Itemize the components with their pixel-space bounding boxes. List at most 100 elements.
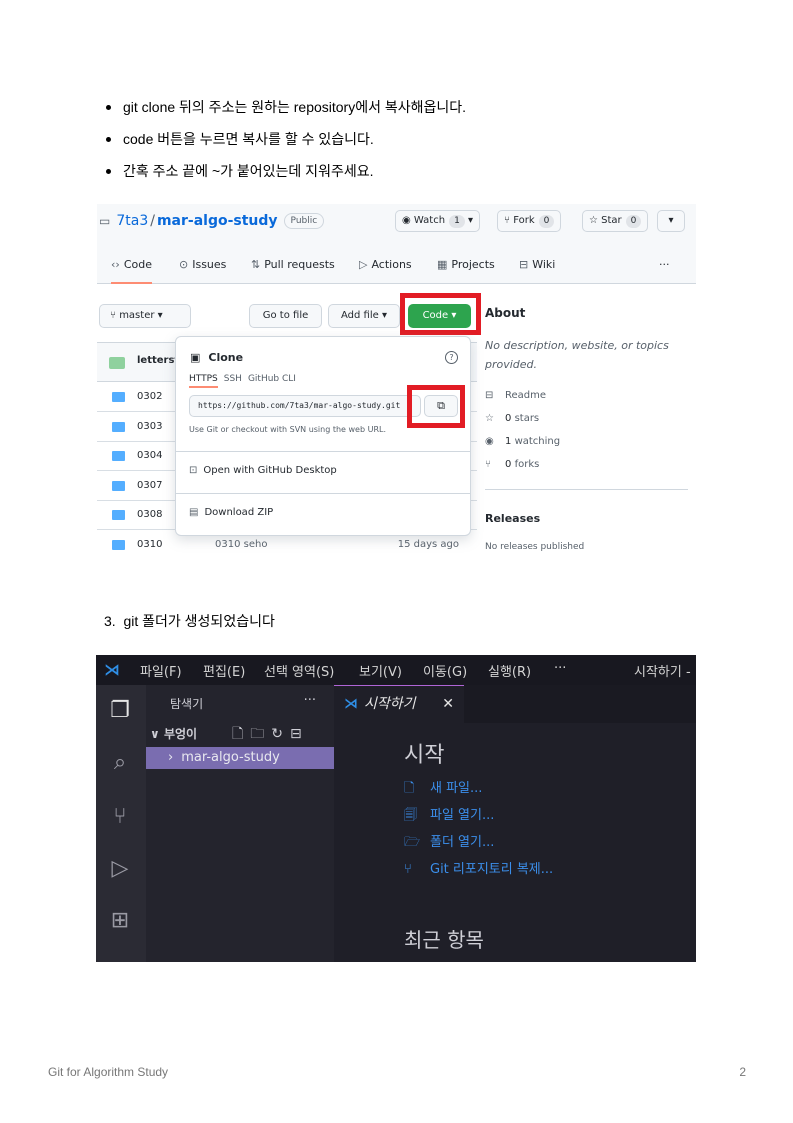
star-dropdown-button[interactable]: ▾: [657, 210, 685, 232]
tab-welcome[interactable]: ⋊ 시작하기 ✕: [334, 685, 464, 723]
watch-label: Watch: [413, 215, 446, 226]
explorer-icon[interactable]: ❐: [106, 697, 134, 725]
tab-pull-requests[interactable]: ⇅ Pull requests: [251, 252, 335, 284]
file-name[interactable]: 0308: [137, 509, 162, 520]
new-folder-icon[interactable]: 🗀: [250, 726, 271, 742]
search-icon[interactable]: ⌕: [106, 749, 134, 777]
star-button[interactable]: ☆ Star 0: [582, 210, 649, 232]
file-name[interactable]: 0310: [137, 539, 162, 550]
go-to-file-button[interactable]: Go to file: [249, 304, 322, 328]
link-label: 새 파일...: [430, 781, 483, 796]
tab-code[interactable]: ‹› Code: [111, 252, 152, 284]
releases-text: No releases published: [485, 542, 585, 552]
new-file-icon[interactable]: 🗋: [232, 726, 250, 742]
download-zip-label: Download ZIP: [204, 507, 274, 518]
source-control-icon[interactable]: ⑂: [106, 803, 134, 831]
close-icon[interactable]: ✕: [442, 686, 454, 722]
tab-projects[interactable]: ▦ Projects: [437, 252, 495, 284]
step-number: 3.: [104, 613, 116, 629]
folder-item[interactable]: › mar-algo-study: [146, 747, 334, 769]
welcome-page: 시작 🗋 새 파일... 🗐 파일 열기... 🗁 폴더 열기... ⑂ Git 리포지…: [334, 723, 696, 962]
add-file-button[interactable]: Add file ▾: [328, 304, 400, 328]
open-desktop-item[interactable]: ⊡ Open with GitHub Desktop: [189, 465, 337, 476]
tab-ssh[interactable]: SSH: [224, 374, 242, 384]
branch-name: master: [119, 310, 155, 321]
extensions-icon[interactable]: ⊞: [106, 907, 134, 935]
pull-request-icon: ⇅: [251, 258, 261, 271]
menu-edit[interactable]: 편집(E): [203, 661, 245, 680]
tab-label: Code: [123, 258, 152, 271]
menu-run[interactable]: 실행(R): [488, 661, 531, 680]
folder-icon: [112, 422, 125, 432]
menu-go[interactable]: 이동(G): [423, 661, 467, 680]
open-desktop-label: Open with GitHub Desktop: [203, 465, 337, 476]
open-folder-link[interactable]: 🗁 폴더 열기...: [404, 831, 494, 855]
chevron-down-icon: ▾: [668, 215, 674, 226]
branch-selector[interactable]: ⑂ master ▾: [99, 304, 191, 328]
watch-button[interactable]: ◉ Watch 1 ▾: [395, 210, 481, 232]
commit-message[interactable]: 0310 seho: [215, 539, 267, 550]
vscode-logo-icon: ⋊: [344, 696, 358, 712]
commit-author[interactable]: letterst: [137, 355, 179, 366]
folder-icon: [112, 540, 125, 550]
watching-link[interactable]: ◉ 1 watching: [485, 436, 560, 447]
forks-label: forks: [514, 459, 540, 470]
link-label: Git 리포지토리 복제...: [430, 862, 554, 877]
play-icon: ▷: [359, 258, 368, 271]
fork-button[interactable]: ⑂ Fork 0: [497, 210, 562, 232]
explorer-more-button[interactable]: ···: [304, 693, 316, 708]
open-file-link[interactable]: 🗐 파일 열기...: [404, 804, 494, 828]
forks-link[interactable]: ⑂ 0 forks: [485, 459, 539, 470]
table-icon: ▦: [437, 258, 448, 271]
help-icon[interactable]: ?: [445, 351, 458, 364]
star-icon: ☆: [485, 413, 494, 424]
tab-wiki[interactable]: ⊟ Wiki: [519, 252, 555, 284]
chevron-down-icon: ▾: [467, 215, 474, 226]
clone-url-field[interactable]: https://github.com/7ta3/mar-algo-study.g…: [189, 395, 421, 417]
download-zip-item[interactable]: ▤ Download ZIP: [189, 507, 273, 518]
collapse-all-icon[interactable]: ⊟: [290, 726, 309, 742]
tab-https[interactable]: HTTPS: [189, 374, 218, 388]
tab-issues[interactable]: ⊙ Issues: [179, 252, 226, 284]
instruction-list: git clone 뒤의 주소는 원하는 repository에서 복사해옵니다…: [106, 96, 726, 192]
tab-actions[interactable]: ▷ Actions: [359, 252, 412, 284]
file-name[interactable]: 0304: [137, 450, 162, 461]
repo-owner-link[interactable]: 7ta3: [116, 213, 148, 229]
file-name[interactable]: 0303: [137, 421, 162, 432]
workspace-name: 부엉이: [163, 727, 198, 741]
readme-link[interactable]: ⊟ Readme: [485, 390, 546, 401]
page-number: 2: [739, 1065, 746, 1079]
watch-count: 1: [449, 215, 465, 228]
eye-icon: ◉: [402, 215, 411, 226]
folder-icon: [112, 481, 125, 491]
more-tabs-button[interactable]: ···: [659, 252, 670, 284]
avatar: [109, 357, 125, 369]
file-name[interactable]: 0307: [137, 480, 162, 491]
list-item: git clone 뒤의 주소는 원하는 repository에서 복사해옵니다…: [106, 96, 726, 118]
visibility-badge: Public: [283, 213, 325, 229]
workspace-header[interactable]: ∨ 부엉이: [150, 725, 197, 742]
run-debug-icon[interactable]: ▷: [106, 855, 134, 883]
tab-label: Issues: [192, 258, 227, 271]
clone-repo-link[interactable]: ⑂ Git 리포지토리 복제...: [404, 858, 553, 877]
new-file-link[interactable]: 🗋 새 파일...: [404, 777, 482, 801]
tab-github-cli[interactable]: GitHub CLI: [248, 374, 296, 384]
menu-more[interactable]: ···: [554, 661, 566, 676]
zip-icon: ▤: [189, 507, 199, 518]
stars-link[interactable]: ☆ 0 stars: [485, 413, 539, 424]
menu-selection[interactable]: 선택 영역(S): [264, 661, 334, 680]
tab-label: Pull requests: [264, 258, 335, 271]
menu-file[interactable]: 파일(F): [140, 661, 182, 680]
book-icon: ⊟: [519, 258, 529, 271]
repo-name-link[interactable]: mar-algo-study: [157, 213, 278, 229]
list-item: code 버튼을 누르면 복사를 할 수 있습니다.: [106, 128, 726, 150]
terminal-icon: ▣: [190, 351, 201, 364]
folder-open-icon: 🗁: [404, 835, 421, 850]
explorer-actions: 🗋🗀↻⊟: [232, 723, 309, 747]
releases-heading[interactable]: Releases: [485, 512, 540, 525]
step-text: git 폴더가 생성되었습니다: [123, 613, 275, 629]
repo-tabs: ‹› Code ⊙ Issues ⇅ Pull requests ▷ Actions ▦…: [97, 252, 696, 284]
menu-view[interactable]: 보기(V): [359, 661, 402, 680]
file-name[interactable]: 0302: [137, 391, 162, 402]
refresh-icon[interactable]: ↻: [271, 726, 290, 742]
